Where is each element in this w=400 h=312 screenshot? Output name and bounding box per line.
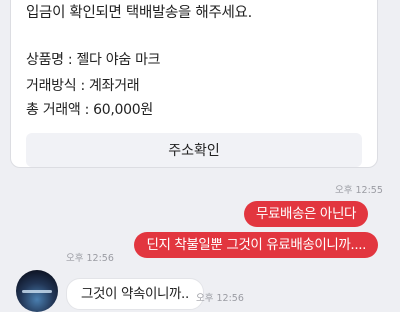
order-product-name: 상품명 : 젤다 야숨 마크: [26, 52, 161, 68]
order-trade-method: 거래방식 : 계좌거래: [26, 78, 140, 94]
received-message[interactable]: 그것이 약속이니까..: [66, 278, 204, 310]
order-card: 입금이 확인되면 택배발송을 해주세요. 상품명 : 젤다 야숨 마크 거래방식…: [10, 0, 378, 168]
sent-message[interactable]: 무료배송은 아닌다: [243, 201, 368, 227]
order-notice: 입금이 확인되면 택배발송을 해주세요.: [26, 5, 252, 21]
avatar[interactable]: [16, 270, 58, 312]
message-timestamp: 오후 12:56: [196, 293, 244, 304]
check-address-button[interactable]: 주소확인: [26, 133, 362, 167]
message-timestamp: 오후 12:55: [335, 185, 383, 196]
order-total-amount: 총 거래액 : 60,000원: [26, 102, 153, 118]
message-timestamp: 오후 12:56: [66, 253, 114, 264]
chat-view: 입금이 확인되면 택배발송을 해주세요. 상품명 : 젤다 야숨 마크 거래방식…: [0, 0, 400, 312]
sent-message[interactable]: 딘지 착불일뿐 그것이 유료배송이니까....: [134, 232, 378, 258]
